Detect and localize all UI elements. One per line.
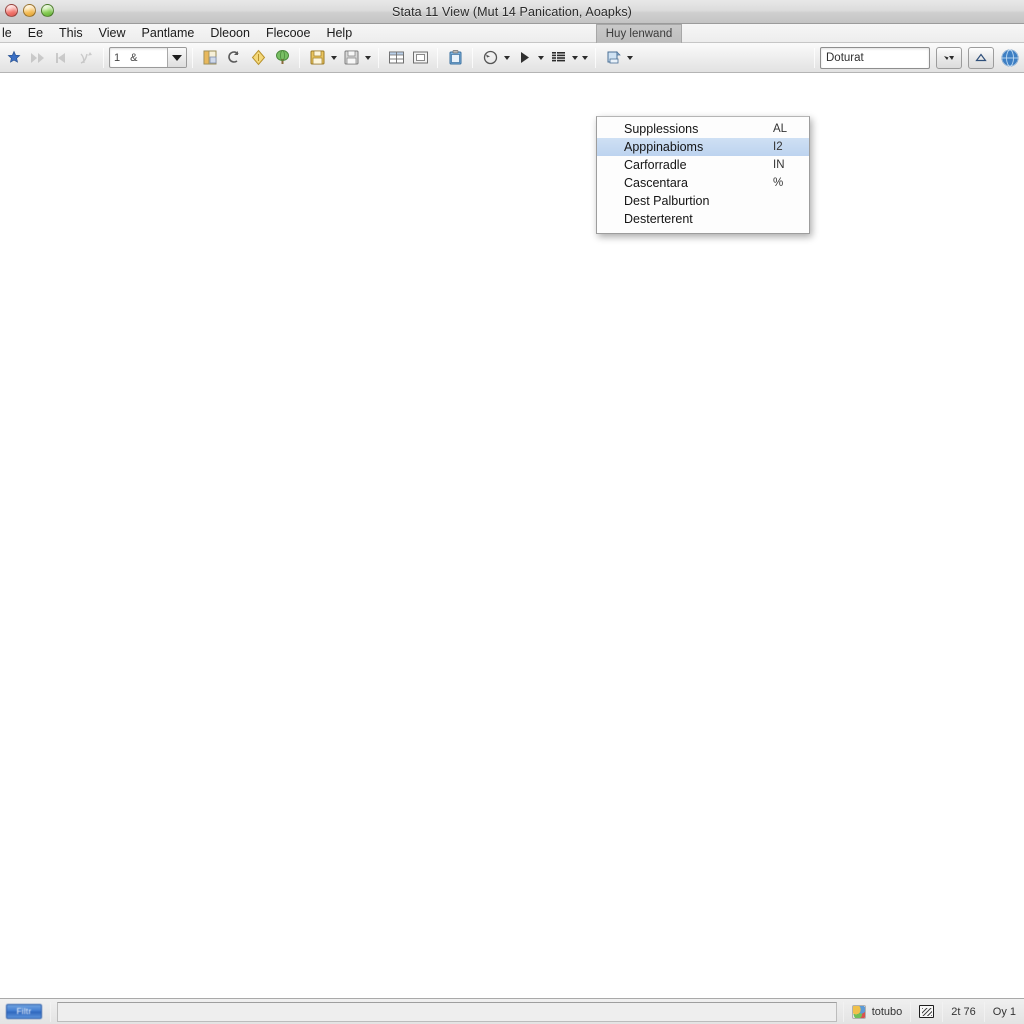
menu-item-file[interactable]: le — [0, 24, 20, 42]
list-dropdown-caret-icon[interactable] — [570, 47, 580, 69]
menu-open-tab[interactable]: Huy lenwand — [596, 24, 682, 43]
play-icon[interactable] — [512, 46, 536, 70]
menu-item-pantlame[interactable]: Pantlame — [134, 24, 203, 42]
document-canvas[interactable]: Supplessions AL Apppinabioms I2 Carforra… — [0, 73, 1024, 998]
menu-option-label: Apppinabioms — [624, 140, 704, 154]
toolbar-separator — [595, 47, 596, 68]
status-app-label: totubo — [871, 1005, 903, 1018]
toolbar-combo-text2: & — [130, 51, 138, 64]
status-app-cell[interactable]: totubo — [844, 1002, 911, 1022]
app-thumbnail-icon — [851, 1004, 866, 1019]
star-icon[interactable] — [2, 46, 26, 70]
toolbar-combo-value[interactable]: 1 & — [110, 48, 167, 67]
open-file-icon[interactable] — [198, 46, 222, 70]
branch-icon[interactable] — [74, 46, 98, 70]
menu-item-view[interactable]: View — [91, 24, 134, 42]
save-yellow-dropdown-caret-icon[interactable] — [329, 47, 339, 69]
title-bar: Stata 11 View (Mut 14 Panication, Aoapks… — [0, 0, 1024, 24]
step-back-icon[interactable] — [50, 46, 74, 70]
status-bar: Filtr totubo 2t 76 Oy 1 — [0, 998, 1024, 1024]
toolbar-separator — [378, 47, 379, 68]
toolbar-combo-chevron-down-icon[interactable] — [167, 48, 186, 67]
toolbar: 1 & Doturat — [0, 43, 1024, 73]
toolbar-combo[interactable]: 1 & — [109, 47, 187, 68]
menu-option-label: Supplessions — [624, 122, 699, 136]
menu-option-label: Cascentara — [624, 176, 688, 190]
undo-icon[interactable] — [222, 46, 246, 70]
image-placeholder-icon — [919, 1005, 935, 1018]
search-input[interactable]: Doturat — [820, 46, 930, 69]
save-gray-icon[interactable] — [339, 46, 363, 70]
menu-option-shortcut: IN — [773, 159, 785, 171]
save-yellow-icon[interactable] — [305, 46, 329, 70]
status-divider — [50, 1001, 51, 1022]
diamond-icon[interactable] — [246, 46, 270, 70]
menu-option-supplessions[interactable]: Supplessions AL — [597, 120, 809, 138]
menu-option-shortcut: % — [773, 177, 784, 189]
menu-option-desterterent[interactable]: Desterterent — [597, 210, 809, 228]
single-cell-icon[interactable] — [408, 46, 432, 70]
menu-option-shortcut: I2 — [773, 141, 783, 153]
toolbar-combo-text: 1 — [114, 51, 121, 64]
list-icon[interactable] — [546, 46, 570, 70]
status-icon-cell[interactable] — [911, 1002, 942, 1022]
status-page-indicator: Oy 1 — [992, 1005, 1016, 1018]
menu-item-help[interactable]: Help — [318, 24, 360, 42]
toolbar-separator — [472, 47, 473, 68]
menu-item-dleoon[interactable]: Dleoon — [202, 24, 258, 42]
menu-option-apppinabioms[interactable]: Apppinabioms I2 — [597, 138, 809, 156]
dropdown-menu: Supplessions AL Apppinabioms I2 Carforra… — [596, 116, 810, 234]
toolbar-separator — [299, 47, 300, 68]
print-page-icon[interactable] — [601, 46, 625, 70]
menu-item-edit[interactable]: Ee — [20, 24, 51, 42]
print-dropdown-caret-icon[interactable] — [625, 47, 635, 69]
menu-option-dest-palburtion[interactable]: Dest Palburtion — [597, 192, 809, 210]
menu-option-label: Desterterent — [624, 212, 693, 226]
extra-dropdown-caret-icon[interactable] — [580, 47, 590, 69]
toolbar-separator — [437, 47, 438, 68]
grid-table-icon[interactable] — [384, 46, 408, 70]
menu-item-this[interactable]: This — [51, 24, 91, 42]
menu-option-carforradle[interactable]: Carforradle IN — [597, 156, 809, 174]
help-globe-icon[interactable] — [998, 46, 1022, 70]
toolbar-separator — [814, 47, 815, 68]
menu-option-label: Dest Palburtion — [624, 194, 710, 208]
search-dropdown-button[interactable] — [936, 46, 962, 69]
window-title: Stata 11 View (Mut 14 Panication, Aoapks… — [392, 4, 632, 19]
save-gray-dropdown-caret-icon[interactable] — [363, 47, 373, 69]
status-message-field — [57, 1001, 837, 1022]
scroll-up-button[interactable] — [968, 46, 994, 69]
menu-item-flecooe[interactable]: Flecooe — [258, 24, 318, 42]
fast-forward-icon[interactable] — [26, 46, 50, 70]
rotate-dropdown-caret-icon[interactable] — [502, 47, 512, 69]
clipboard-icon[interactable] — [443, 46, 467, 70]
application-window: Stata 11 View (Mut 14 Panication, Aoapks… — [0, 0, 1024, 1024]
menu-option-cascentara[interactable]: Cascentara % — [597, 174, 809, 192]
menu-option-shortcut: AL — [773, 123, 788, 135]
globe-tree-icon[interactable] — [270, 46, 294, 70]
rotate-icon[interactable] — [478, 46, 502, 70]
play-dropdown-caret-icon[interactable] — [536, 47, 546, 69]
toolbar-separator — [103, 47, 104, 68]
status-counter: 2t 76 — [951, 1005, 976, 1018]
menu-bar: le Ee This View Pantlame Dleoon Flecooe … — [0, 24, 1024, 43]
start-button[interactable]: Filtr — [6, 1004, 42, 1019]
toolbar-separator — [192, 47, 193, 68]
menu-option-label: Carforradle — [624, 158, 687, 172]
